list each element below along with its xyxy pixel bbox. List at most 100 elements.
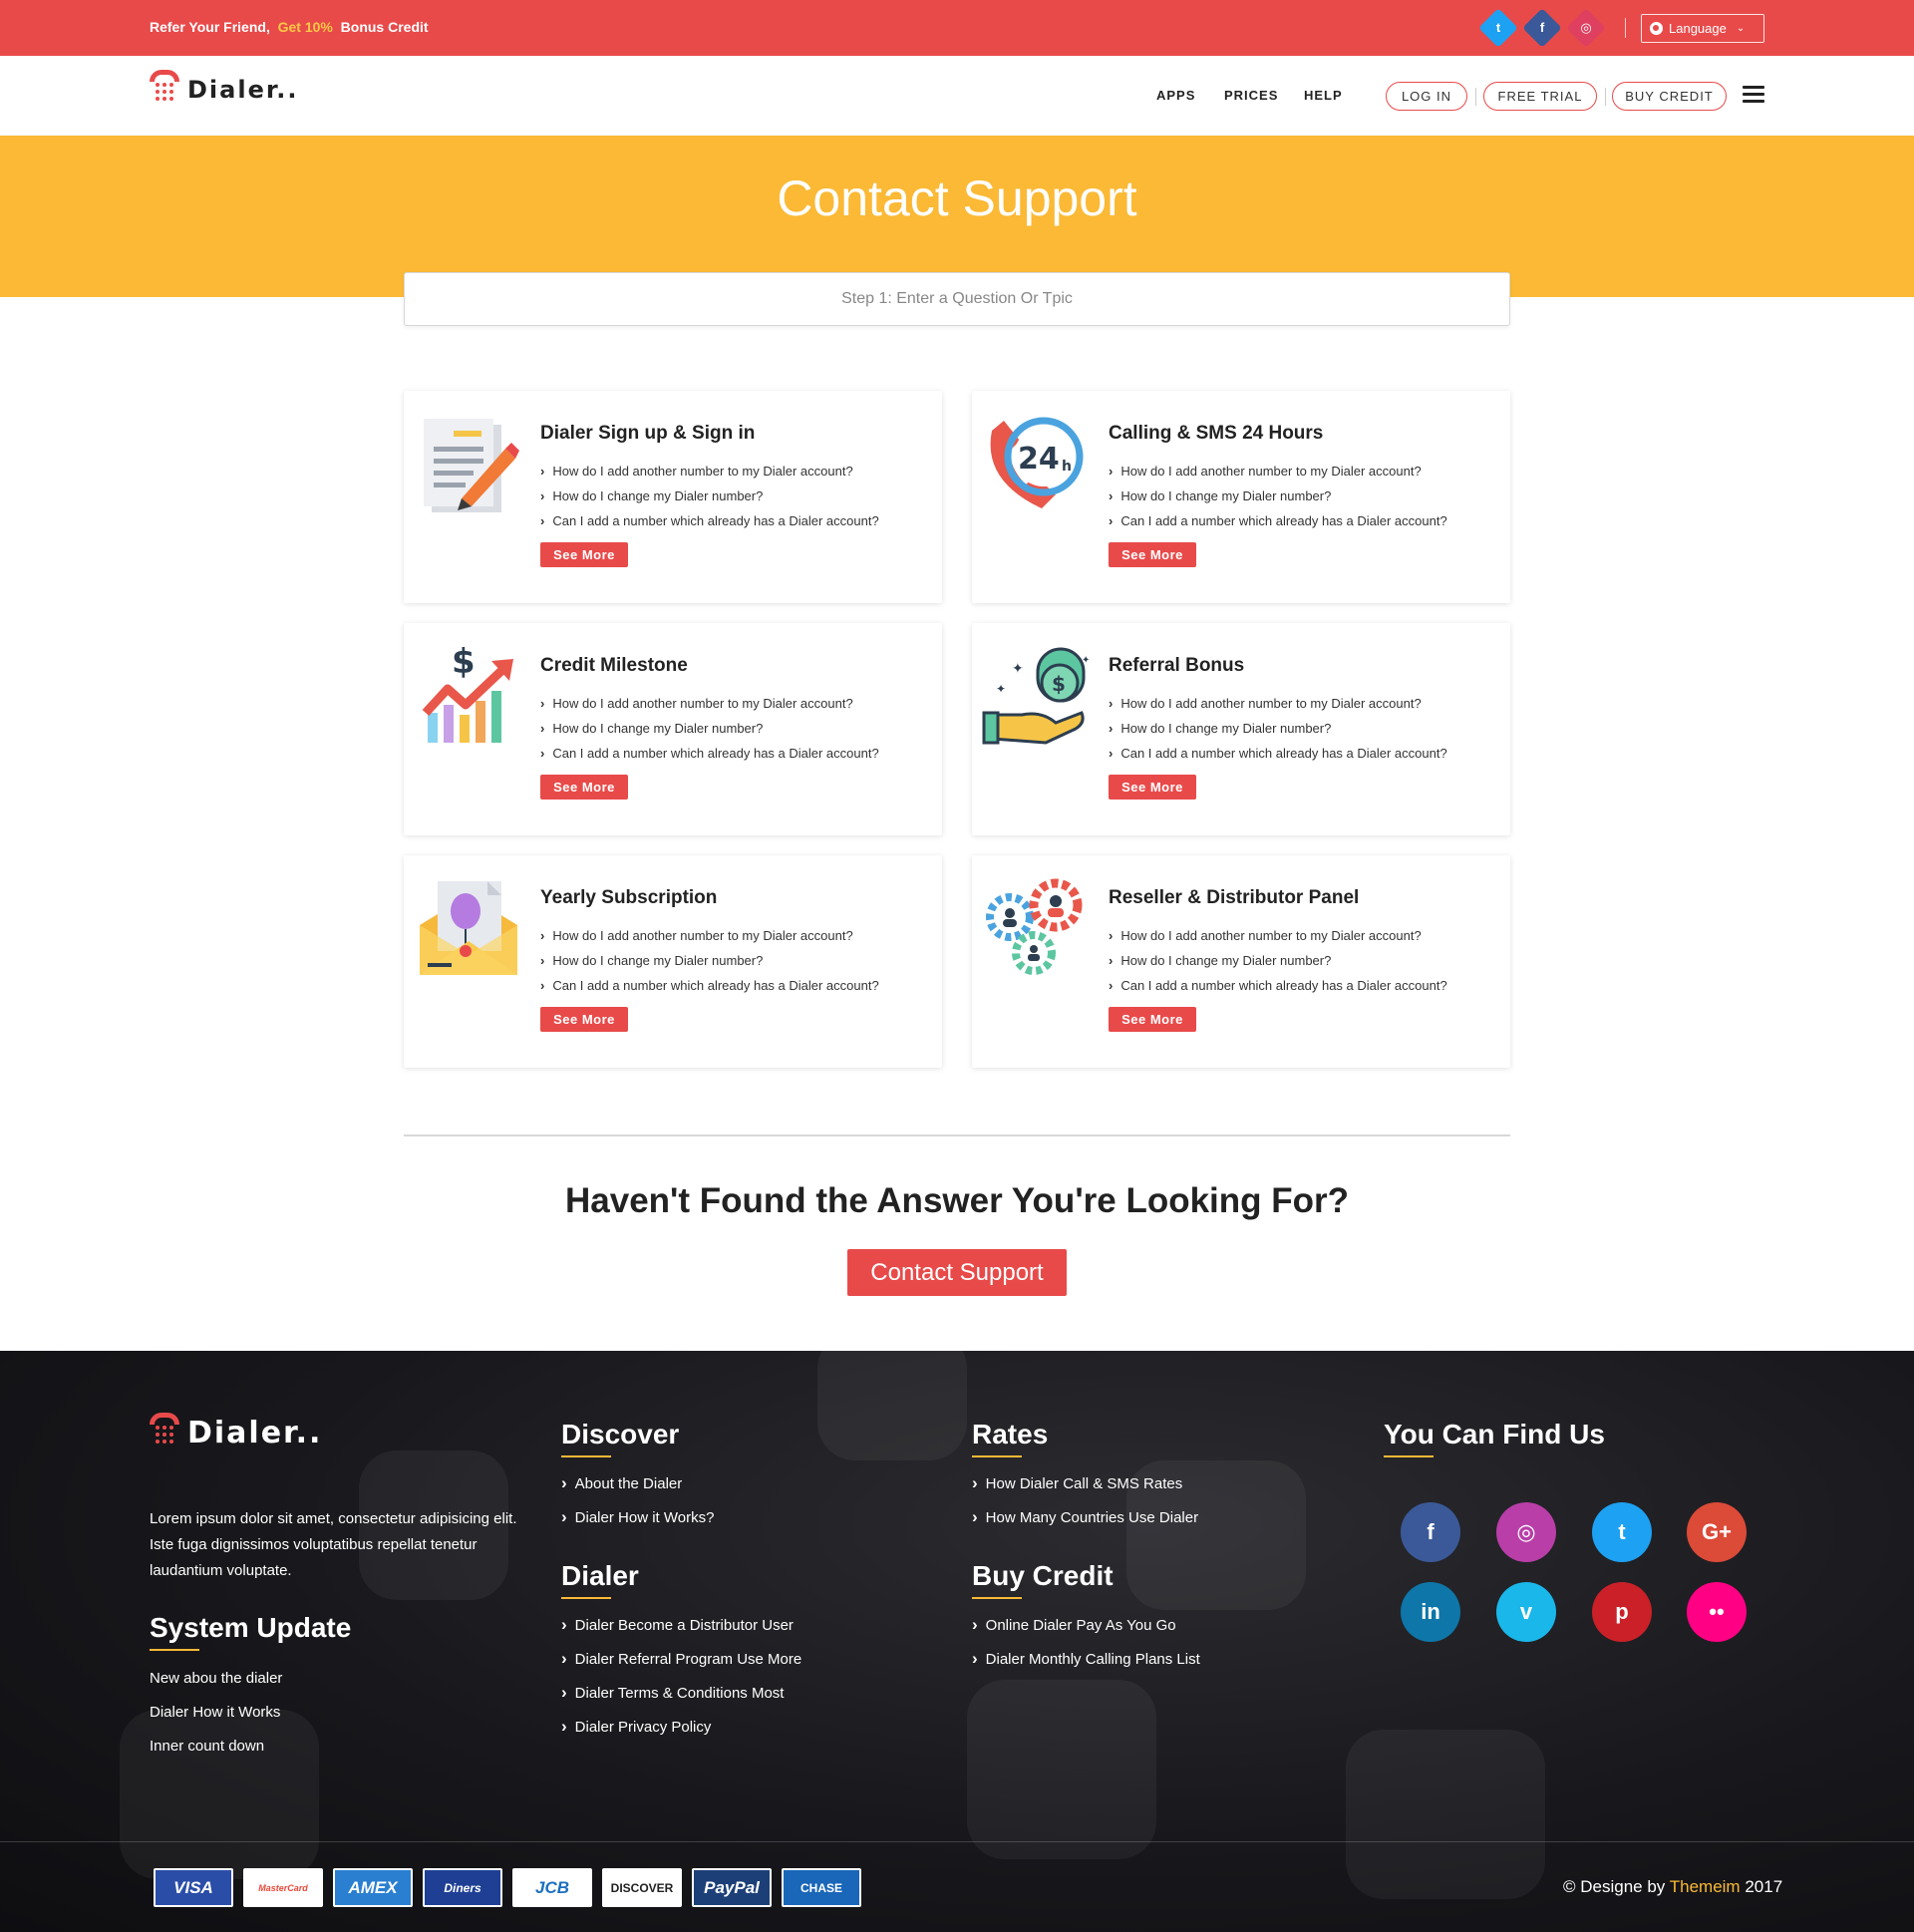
footer-link[interactable]: Dialer Become a Distributor User — [561, 1614, 801, 1648]
twitter-icon[interactable]: t — [1592, 1502, 1652, 1562]
main-nav: Dialer.. APPS PRICES HELP LOG IN FREE TR… — [0, 56, 1914, 136]
topic-card: $ Credit Milestone How do I add another … — [404, 623, 942, 835]
discover-card-icon: DISCOVER — [602, 1868, 682, 1907]
topic-card: $ ✦ ✦ ✦ Referral Bonus How do I add anot… — [972, 623, 1510, 835]
section-divider — [404, 1134, 1510, 1136]
faq-link[interactable]: How do I change my Dialer number? — [540, 483, 879, 508]
faq-link[interactable]: How do I add another number to my Dialer… — [540, 923, 879, 948]
footer-link[interactable]: Dialer Privacy Policy — [561, 1716, 801, 1750]
nav-apps[interactable]: APPS — [1156, 88, 1195, 103]
pinterest-icon[interactable]: p — [1592, 1582, 1652, 1642]
card-title: Dialer Sign up & Sign in — [540, 423, 756, 444]
see-more-button[interactable]: See More — [1109, 542, 1196, 567]
vimeo-icon[interactable]: v — [1496, 1582, 1556, 1642]
faq-link[interactable]: Can I add a number which already has a D… — [1109, 973, 1446, 998]
faq-link[interactable]: Can I add a number which already has a D… — [1109, 508, 1446, 533]
svg-text:$: $ — [452, 643, 476, 682]
footer-link[interactable]: New abou the dialer — [150, 1668, 282, 1702]
see-more-button[interactable]: See More — [540, 542, 628, 567]
card-title: Yearly Subscription — [540, 887, 718, 908]
faq-link[interactable]: How do I change my Dialer number? — [1109, 948, 1447, 973]
globe-icon — [1650, 22, 1663, 35]
amex-card-icon: AMEX — [333, 1868, 413, 1907]
topic-card: Dialer Sign up & Sign in How do I add an… — [404, 391, 942, 603]
facebook-icon[interactable]: f — [1401, 1502, 1460, 1562]
copyright-prefix: © Designe by — [1563, 1877, 1666, 1896]
card-title: Credit Milestone — [540, 655, 688, 676]
faq-link[interactable]: How do I add another number to my Dialer… — [540, 691, 879, 716]
phone-24h-icon: 24 h — [982, 411, 1092, 520]
svg-text:✦: ✦ — [1082, 655, 1090, 666]
faq-link[interactable]: Can I add a number which already has a D… — [1109, 741, 1446, 766]
flickr-icon[interactable]: •• — [1687, 1582, 1747, 1642]
faq-link[interactable]: How do I add another number to my Dialer… — [1109, 691, 1447, 716]
rates-heading: Rates — [972, 1419, 1048, 1457]
card-title: Reseller & Distributor Panel — [1109, 887, 1360, 908]
see-more-button[interactable]: See More — [1109, 775, 1196, 800]
footer-link[interactable]: How Dialer Call & SMS Rates — [972, 1472, 1198, 1506]
faq-link[interactable]: How do I change my Dialer number? — [540, 716, 879, 741]
faq-link[interactable]: How do I add another number to my Dialer… — [540, 459, 879, 483]
footer-brand-name: Dialer.. — [187, 1415, 323, 1450]
faq-link[interactable]: How do I add another number to my Dialer… — [1109, 923, 1447, 948]
free-trial-button[interactable]: FREE TRIAL — [1483, 82, 1597, 111]
card-title: Calling & SMS 24 Hours — [1109, 423, 1324, 444]
footer-link[interactable]: Dialer How it Works — [150, 1702, 282, 1736]
top-bar: Refer Your Friend, Get 10% Bonus Credit … — [0, 0, 1914, 56]
search-input[interactable] — [405, 273, 1509, 325]
buy-credit-button[interactable]: BUY CREDIT — [1612, 82, 1727, 111]
instagram-icon[interactable]: ◎ — [1566, 8, 1606, 48]
faq-link[interactable]: How do I change my Dialer number? — [1109, 716, 1447, 741]
phone-logo-icon — [150, 1413, 179, 1452]
faq-link[interactable]: Can I add a number which already has a D… — [540, 508, 878, 533]
nav-prices[interactable]: PRICES — [1224, 88, 1278, 103]
footer-link[interactable]: About the Dialer — [561, 1472, 714, 1506]
footer-link[interactable]: How Many Countries Use Dialer — [972, 1506, 1198, 1540]
support-search — [404, 272, 1510, 326]
faq-link[interactable]: Can I add a number which already has a D… — [540, 973, 878, 998]
contact-support-button[interactable]: Contact Support — [847, 1249, 1067, 1296]
referral-suffix: Bonus Credit — [340, 19, 429, 35]
card-title: Referral Bonus — [1109, 655, 1245, 676]
footer-link[interactable]: Dialer Monthly Calling Plans List — [972, 1648, 1200, 1682]
language-label: Language — [1669, 21, 1727, 36]
faq-link[interactable]: How do I add another number to my Dialer… — [1109, 459, 1447, 483]
brand-logo[interactable]: Dialer.. — [150, 70, 299, 110]
footer-link[interactable]: Dialer Terms & Conditions Most — [561, 1682, 801, 1716]
facebook-icon[interactable]: f — [1522, 8, 1562, 48]
referral-prefix: Refer Your Friend, — [150, 19, 270, 35]
paypal-card-icon: PayPal — [692, 1868, 772, 1907]
footer-link[interactable]: Online Dialer Pay As You Go — [972, 1614, 1200, 1648]
footer: Dialer.. Lorem ipsum dolor sit amet, con… — [0, 1351, 1914, 1932]
topic-card: 24 h Calling & SMS 24 Hours How do I add… — [972, 391, 1510, 603]
login-button[interactable]: LOG IN — [1386, 82, 1467, 111]
linkedin-icon[interactable]: in — [1401, 1582, 1460, 1642]
svg-text:24: 24 — [1018, 442, 1060, 477]
footer-link[interactable]: Dialer How it Works? — [561, 1506, 715, 1540]
discover-heading: Discover — [561, 1419, 679, 1457]
page-title: Contact Support — [777, 170, 1137, 226]
footer-link[interactable]: Inner count down — [150, 1736, 282, 1770]
themeim-link[interactable]: Themeim — [1670, 1877, 1741, 1896]
instagram-icon[interactable]: ◎ — [1496, 1502, 1556, 1562]
footer-link[interactable]: Dialer Referral Program Use More — [561, 1648, 802, 1682]
svg-text:$: $ — [1052, 672, 1066, 696]
background-decoration — [1346, 1730, 1545, 1899]
see-more-button[interactable]: See More — [1109, 1007, 1196, 1032]
phone-logo-icon — [150, 70, 179, 110]
see-more-button[interactable]: See More — [540, 775, 628, 800]
nav-help[interactable]: HELP — [1304, 88, 1343, 103]
document-pen-icon — [414, 411, 523, 520]
mastercard-card-icon: MasterCard — [243, 1868, 323, 1907]
google-plus-icon[interactable]: G+ — [1687, 1502, 1747, 1562]
faq-link[interactable]: How do I change my Dialer number? — [1109, 483, 1447, 508]
twitter-icon[interactable]: t — [1478, 8, 1518, 48]
copyright: © Designe by Themeim 2017 — [1563, 1877, 1782, 1897]
referral-promo[interactable]: Refer Your Friend, Get 10% Bonus Credit — [150, 19, 429, 35]
see-more-button[interactable]: See More — [540, 1007, 628, 1032]
footer-brand-logo[interactable]: Dialer.. — [150, 1413, 322, 1452]
faq-link[interactable]: How do I change my Dialer number? — [540, 948, 879, 973]
language-select[interactable]: Language ⌄ — [1641, 14, 1764, 43]
faq-link[interactable]: Can I add a number which already has a D… — [540, 741, 878, 766]
hamburger-menu-icon[interactable] — [1743, 86, 1764, 104]
